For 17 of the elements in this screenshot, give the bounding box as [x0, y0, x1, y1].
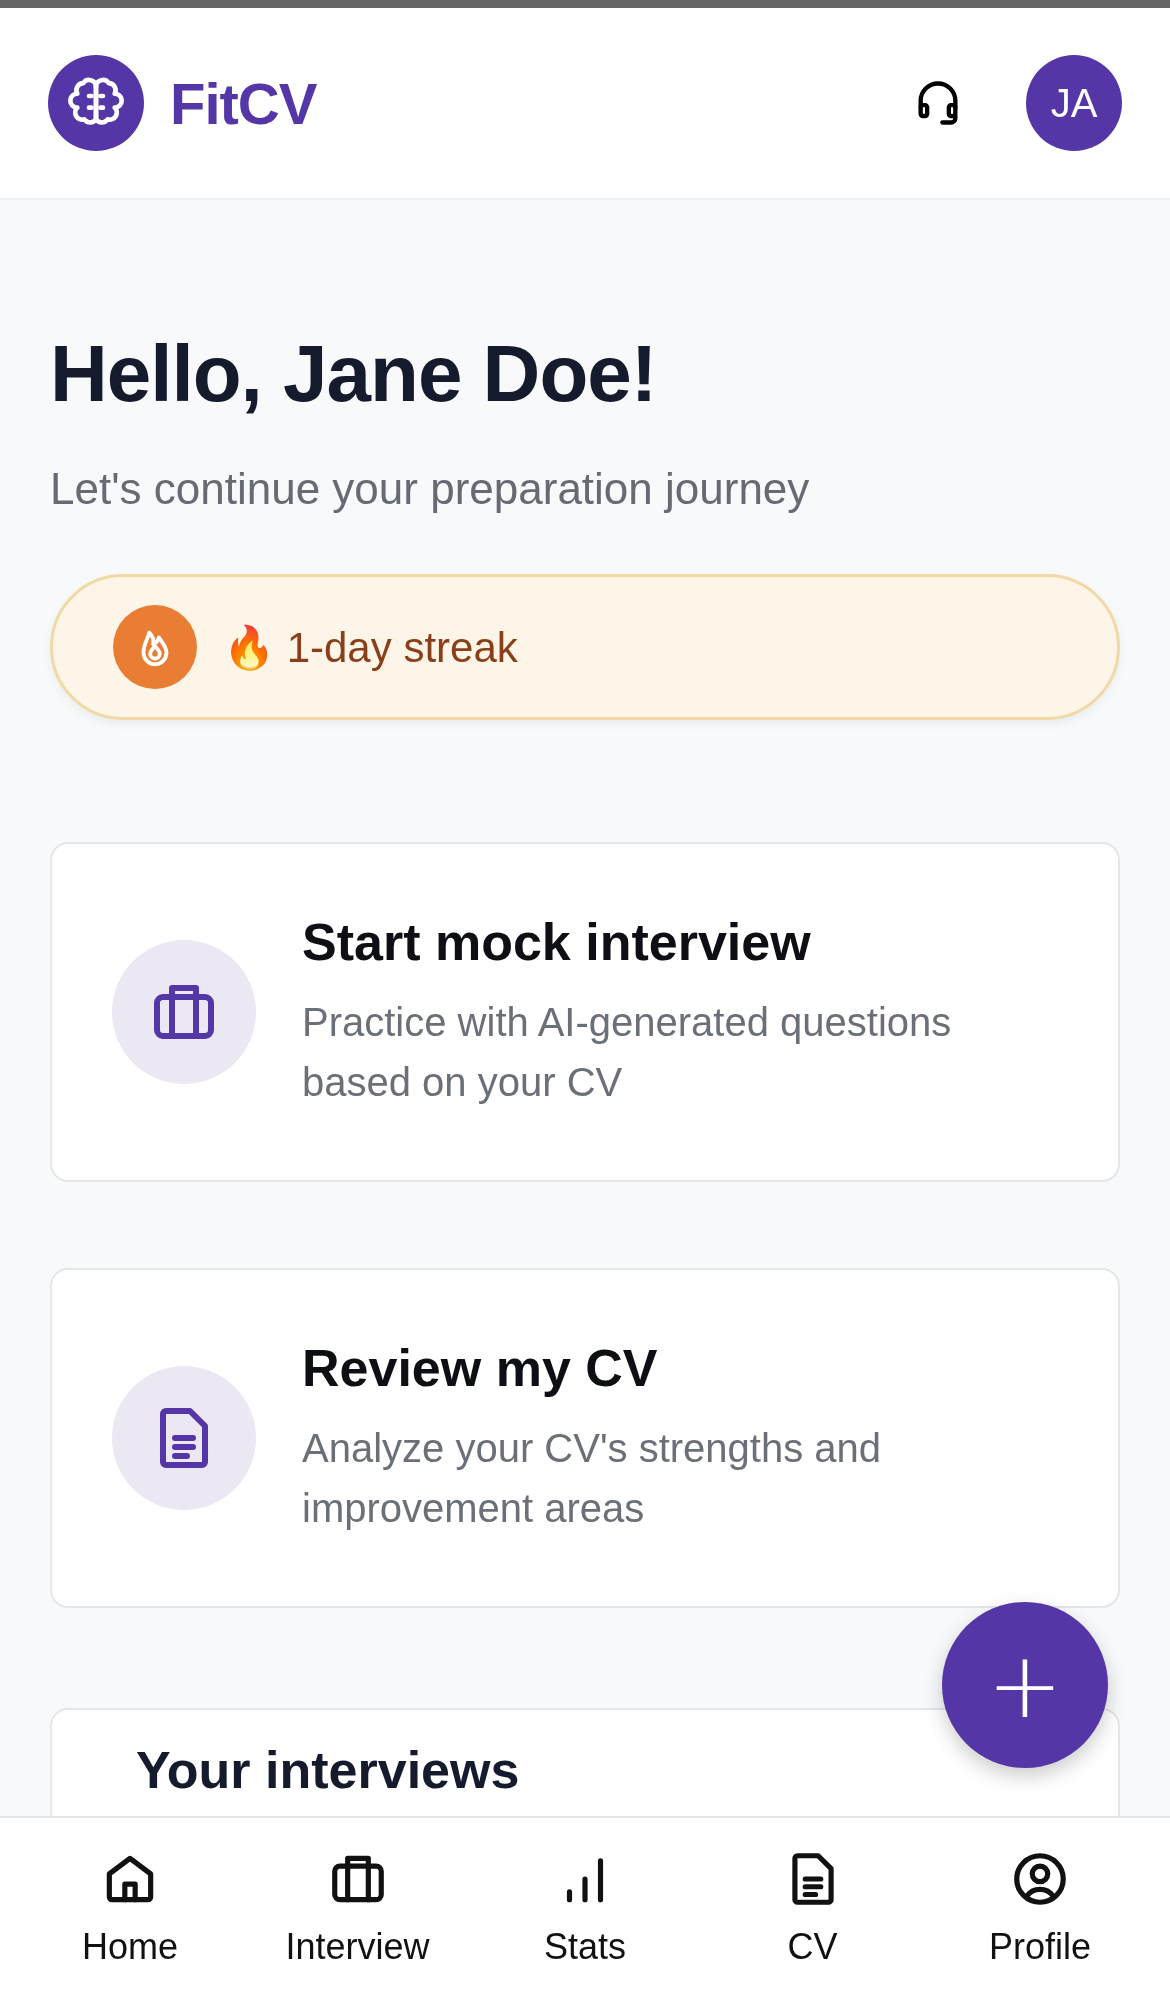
card-description: Analyze your CV's strengths and improvement areas	[302, 1425, 883, 1532]
card-description: Practice with AI-generated questions based on your CV	[302, 999, 953, 1106]
card-title: Review my CV	[302, 1338, 659, 1398]
section-title: Your interviews	[136, 1740, 521, 1800]
action-card[interactable]: Start mock interview Practice with AI-generated questions based on your CV	[50, 842, 1120, 1182]
nav-tab[interactable]: Home	[40, 1818, 220, 1991]
nav-tab[interactable]: CV	[722, 1818, 903, 1991]
avatar-button[interactable]: JA	[1026, 55, 1122, 151]
card-title: Start mock interview	[302, 912, 812, 972]
brand-name: FitCV	[170, 69, 317, 137]
nav-tab[interactable]: Stats	[495, 1818, 675, 1991]
nav-tab[interactable]: Interview	[267, 1818, 448, 1991]
action-card[interactable]: Review my CV Analyze your CV's strengths and improvement areas	[50, 1268, 1120, 1608]
greeting-subtitle: Let's continue your preparation journey	[50, 464, 811, 514]
streak-label: 🔥 1-day streak	[223, 622, 518, 672]
greeting-title: Hello, Jane Doe!	[50, 328, 658, 420]
nav-tab[interactable]: Profile	[950, 1818, 1130, 1991]
